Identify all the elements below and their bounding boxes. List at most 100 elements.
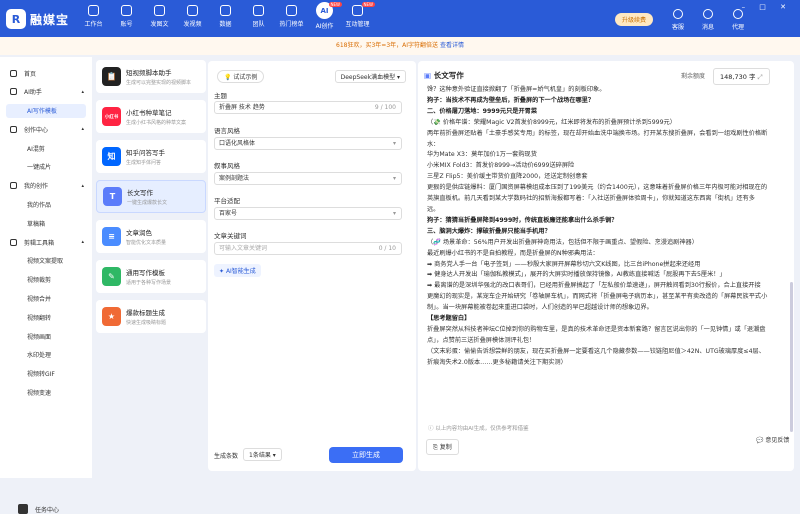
nav-item-2[interactable]: 发图文: [146, 4, 173, 30]
platform-value: 百家号: [219, 210, 238, 217]
template-card-6[interactable]: ★ 爆款标题生成 快速生成吸睛标题: [96, 300, 206, 333]
output-title: ▣ 长文写作: [424, 70, 464, 81]
chevron-down-icon: ▾: [392, 140, 396, 147]
nav-label: 发图文: [150, 21, 169, 28]
expand-icon[interactable]: ⤢: [758, 73, 763, 81]
copy-button[interactable]: ⎘ 复制: [426, 439, 459, 455]
template-text: 短视频脚本助手 生成可以完整实现的视频脚本: [126, 67, 191, 86]
sidebar-item-12[interactable]: 视频合并: [0, 292, 92, 306]
output-paragraph: 小米MIX Fold3：首发价8999→活动价6999送碎屏险: [427, 162, 575, 170]
template-title: 文章润色: [126, 229, 152, 237]
output-paragraph: 狗子：猜猜当折叠屏降到4999时，传统直板廉还能拿出什么杀手锏？: [427, 216, 618, 224]
template-card-3[interactable]: T 长文写作 一键生成爆款长文: [96, 180, 206, 213]
sidebar-item-11[interactable]: 视频裁剪: [0, 273, 92, 287]
output-panel: ▣ 长文写作 剩余额度 148,730 字 ⤢ 馋？这种意外验证直接掀翻了「折叠…: [418, 61, 794, 471]
template-title: 小红书种草笔记: [126, 109, 172, 117]
top-tool-1[interactable]: 消息: [698, 9, 718, 31]
output-paragraph: 远。: [427, 205, 440, 213]
template-card-4[interactable]: ≡ 文章润色 智能优化文本质量: [96, 220, 206, 253]
ai-disclaimer: ⓘ 以上内容均由AI生成，仅供参考和借鉴: [428, 426, 529, 432]
app-logo[interactable]: R 融媒宝: [6, 9, 69, 29]
task-center-button[interactable]: 任务中心: [18, 504, 59, 514]
sidebar-item-9[interactable]: 剪辑工具箱 ▴: [0, 235, 92, 249]
output-paragraph: ➡ 最离谱的是深圳华强北的改口表哥们，已经用折叠屏搞起了「左私般价单速递」，屏开…: [427, 282, 761, 290]
nav-item-7[interactable]: AI AI创作 NEW: [311, 2, 342, 30]
chart-icon: [220, 5, 231, 16]
scrollbar[interactable]: [790, 282, 793, 432]
generate-button[interactable]: 立即生成: [329, 447, 403, 463]
template-title: 知乎问答写手: [126, 149, 165, 157]
template-icon: 知: [102, 147, 121, 166]
keywords-input[interactable]: 可输入文章关键词 0 / 10: [214, 242, 402, 255]
notice-link[interactable]: 查看详情: [440, 42, 464, 49]
template-card-1[interactable]: 小红书 小红书种草笔记 生成小红书风格的种草文案: [96, 100, 206, 133]
create-icon: [10, 125, 17, 133]
example-button[interactable]: 💡 试试示例: [217, 70, 265, 83]
headset-icon: [673, 9, 683, 19]
template-text: 长文写作 一键生成爆款长文: [127, 187, 167, 206]
nav-item-4[interactable]: 数据: [212, 4, 239, 30]
template-card-5[interactable]: ✎ 通用写作模板 适用于各种写作场景: [96, 260, 206, 293]
feedback-button[interactable]: 💬 意见反馈: [752, 434, 794, 445]
new-badge: NEW: [361, 2, 375, 7]
nav-item-5[interactable]: 团队: [245, 4, 272, 30]
sidebar-item-16[interactable]: 视频转GIF: [0, 367, 92, 381]
sidebar-item-3[interactable]: 创作中心 ▴: [0, 122, 92, 136]
template-icon: 小红书: [102, 107, 121, 126]
ai-generate-keywords-button[interactable]: ✦ AI智能生成: [214, 264, 261, 277]
top-tool-2[interactable]: 代理: [728, 9, 748, 31]
template-card-0[interactable]: 📋 短视频脚本助手 生成可以完整实现的视频脚本: [96, 60, 206, 93]
window-controls[interactable]: – □ ✕: [742, 3, 792, 11]
sidebar-item-7[interactable]: 我的作品: [0, 198, 92, 212]
sidebar-item-14[interactable]: 视频画面: [0, 329, 92, 343]
user-icon: [121, 5, 132, 16]
sidebar-item-13[interactable]: 视频翻转: [0, 310, 92, 324]
doc-icon: ▣: [424, 71, 432, 80]
narrative-select[interactable]: 案例剖题法 ▾: [214, 172, 402, 185]
model-select[interactable]: DeepSeek满血模型 ▾: [334, 70, 406, 83]
chevron-up-icon: ▴: [81, 126, 84, 133]
logo-icon: R: [6, 9, 26, 29]
sidebar-item-label: 视频裁剪: [27, 277, 52, 285]
upgrade-button[interactable]: 升级续费: [615, 13, 654, 26]
ai-icon: [10, 88, 17, 96]
template-icon: ✎: [102, 267, 121, 286]
sidebar-item-17[interactable]: 视频变速: [0, 386, 92, 400]
sidebar-item-label: 一键成片: [27, 164, 52, 172]
topic-input[interactable]: 折叠屏 技术 趋势 9 / 100: [214, 101, 402, 114]
template-icon: T: [103, 187, 122, 206]
sidebar-item-15[interactable]: 水印处理: [0, 348, 92, 362]
top-bar: R 融媒宝 工作台 账号发图文 发视频数据 团队 热门榜单 AI AI创作 NEW 互动管理 NE…: [0, 0, 800, 37]
sidebar-item-6[interactable]: 我的创作 ▴: [0, 179, 92, 193]
sidebar-item-0[interactable]: 首页: [0, 66, 92, 80]
nav-item-1[interactable]: 账号: [113, 4, 140, 30]
style-select[interactable]: 口语化风格体 ▾: [214, 137, 402, 150]
nav-item-3[interactable]: 发视频: [179, 4, 206, 30]
top-tool-0[interactable]: 客服: [668, 9, 688, 31]
sidebar-item-1[interactable]: AI助手 ▴: [0, 85, 92, 99]
template-desc: 快速生成吸睛标题: [126, 320, 167, 326]
style-value: 口语化风格体: [219, 140, 256, 147]
gen-count-label: 生成条数: [214, 453, 239, 460]
template-card-2[interactable]: 知知乎问答写手 生成知乎体问答: [96, 140, 206, 173]
sidebar-item-label: AI写作模板: [27, 108, 57, 116]
platform-select[interactable]: 百家号 ▾: [214, 207, 402, 220]
sidebar-item-label: 首页: [24, 70, 37, 78]
nav-label: AI创作: [315, 23, 334, 30]
sidebar-item-4[interactable]: AI混剪: [0, 141, 92, 155]
sidebar-item-label: 创作中心: [24, 126, 49, 134]
nav-item-8[interactable]: 互动管理 NEW: [344, 2, 375, 30]
sidebar-item-8[interactable]: 草稿箱: [0, 216, 92, 230]
sidebar-item-2[interactable]: AI写作模板: [6, 103, 86, 118]
chat-icon: [352, 5, 363, 16]
output-paragraph: ➡ 商务党人手一台「电子签到」——秒殷大家屏开屏幕秒切六文K线图，比三台iPho…: [427, 260, 701, 268]
home-icon: [88, 5, 99, 16]
gen-count-select[interactable]: 1条结果 ▾: [243, 448, 282, 461]
sidebar-item-10[interactable]: 视频文案提取: [0, 254, 92, 268]
scissors-icon: [10, 238, 17, 246]
team-icon: [253, 5, 264, 16]
nav-label: 数据: [219, 21, 232, 28]
nav-item-6[interactable]: 热门榜单: [278, 4, 305, 30]
nav-item-0[interactable]: 工作台: [80, 4, 107, 30]
sidebar-item-5[interactable]: 一键成片: [0, 160, 92, 174]
